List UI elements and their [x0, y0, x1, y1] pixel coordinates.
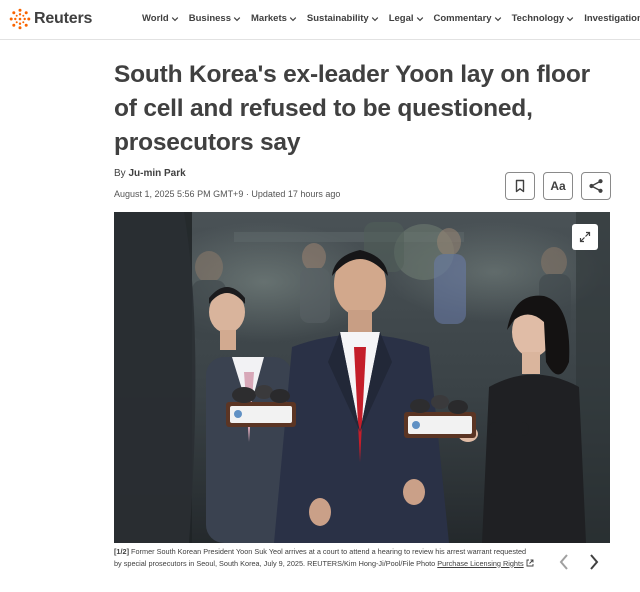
nav-item-label: Business [188, 13, 231, 24]
nav-item-label: Markets [251, 13, 287, 24]
chevron-right-icon [590, 554, 599, 570]
chevron-down-icon [371, 16, 378, 21]
byline-prefix: By [114, 168, 126, 179]
nav-item-label: Technology [511, 13, 565, 24]
next-photo-button[interactable] [586, 552, 602, 572]
byline: By Ju-min Park [114, 168, 186, 179]
chevron-left-icon [559, 554, 568, 570]
chevron-down-icon [494, 16, 501, 21]
expand-icon [579, 231, 591, 243]
reuters-logo[interactable]: Reuters [9, 8, 92, 30]
purchase-licensing-link[interactable]: Purchase Licensing Rights [437, 559, 523, 568]
microphone-left [226, 385, 296, 427]
photo-counter: [1/2] [114, 547, 130, 556]
nav-item-commentary[interactable]: Commentary [434, 13, 502, 24]
photo-scene [114, 212, 610, 543]
expand-photo-button[interactable] [572, 224, 598, 250]
chevron-down-icon [171, 16, 178, 21]
nav-item-investigations[interactable]: Investigations [584, 13, 640, 24]
bookmark-button[interactable] [505, 172, 535, 200]
headline-line: prosecutors say [114, 129, 301, 156]
nav-item-business[interactable]: Business [189, 13, 241, 24]
main-nav: World Business Markets Sustainability Le… [142, 13, 640, 24]
headline-line: South Korea's ex-leader Yoon lay on floo… [114, 61, 590, 88]
nav-item-label: Investigations [584, 13, 640, 24]
headline-line: of cell and refused to be questioned, [114, 95, 533, 122]
reuters-logo-icon [9, 8, 31, 30]
nav-item-label: Legal [388, 13, 414, 24]
nav-item-label: Sustainability [306, 13, 369, 24]
nav-item-world[interactable]: World [142, 13, 179, 24]
previous-photo-button[interactable] [556, 552, 572, 572]
reuters-wordmark: Reuters [34, 10, 93, 27]
article-dateline: August 1, 2025 5:56 PM GMT+9 · Updated 1… [114, 189, 341, 199]
nav-item-legal[interactable]: Legal [389, 13, 424, 24]
chevron-down-icon [233, 16, 241, 21]
top-navigation-bar: Reuters World Business Markets Sustainab… [0, 0, 640, 40]
share-button[interactable] [581, 172, 611, 200]
nav-item-markets[interactable]: Markets [251, 13, 297, 24]
author-link[interactable]: Ju-min Park [128, 168, 185, 179]
external-link-icon [526, 559, 534, 566]
share-icon [589, 179, 603, 193]
text-size-label: Aa [550, 179, 566, 193]
chevron-down-icon [289, 16, 297, 21]
bookmark-icon [515, 179, 525, 193]
nav-item-label: Commentary [433, 13, 492, 24]
photo-caption: [1/2] Former South Korean President Yoon… [114, 546, 534, 569]
nav-item-technology[interactable]: Technology [512, 13, 575, 24]
chevron-down-icon [416, 16, 423, 21]
article-headline: South Korea's ex-leader Yoon lay on floo… [114, 58, 614, 160]
nav-item-label: World [142, 13, 169, 24]
chevron-down-icon [566, 16, 574, 21]
article-photo[interactable] [114, 212, 610, 543]
text-size-button[interactable]: Aa [543, 172, 573, 200]
nav-item-sustainability[interactable]: Sustainability [307, 13, 379, 24]
